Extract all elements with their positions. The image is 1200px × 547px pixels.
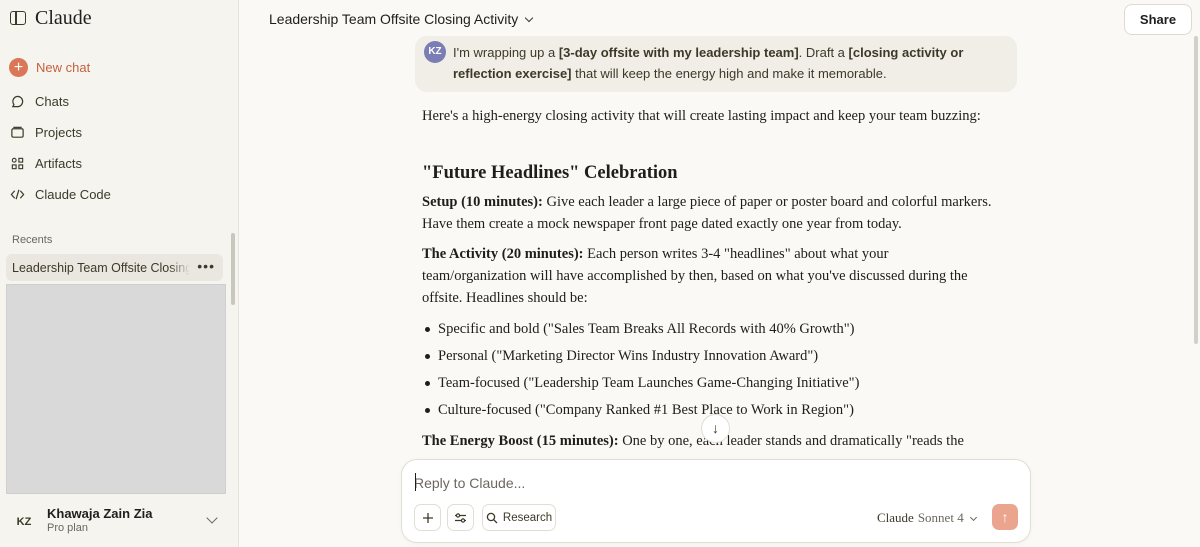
model-selector[interactable]: Claude Sonnet 4 <box>877 510 977 526</box>
recent-chat-item[interactable]: Leadership Team Offsite Closing Activity… <box>6 254 223 281</box>
list-item: Team-focused ("Leadership Team Launches … <box>438 375 860 391</box>
plus-icon <box>422 512 433 523</box>
code-icon <box>10 189 25 200</box>
bullet-icon <box>425 327 430 332</box>
user-plan: Pro plan <box>47 522 88 534</box>
user-message: KZ I'm wrapping up a [3-day offsite with… <box>415 36 1017 92</box>
sidebar-item-label: Projects <box>35 125 82 140</box>
msg-text: I'm wrapping up a <box>453 45 559 60</box>
response-activity: The Activity (20 minutes): Each person w… <box>422 243 992 309</box>
response-intro: Here's a high-energy closing activity th… <box>422 108 981 124</box>
list-item: Specific and bold ("Sales Team Breaks Al… <box>438 321 855 337</box>
msg-text: that will keep the energy high and make … <box>571 66 887 81</box>
sidebar: Claude + New chat Chats Projects Artifac… <box>0 0 239 547</box>
chat-bubble-icon <box>11 95 24 108</box>
sliders-icon <box>455 512 466 523</box>
sidebar-item-projects[interactable]: Projects <box>10 125 82 140</box>
model-name: Claude <box>877 510 914 525</box>
chevron-down-icon <box>525 13 534 22</box>
arrow-down-icon: ↓ <box>712 420 719 436</box>
user-menu[interactable]: KZ Khawaja Zain Zia Pro plan <box>0 500 239 547</box>
claude-logo[interactable]: Claude <box>35 7 92 30</box>
activity-label: The Activity (20 minutes): <box>422 246 584 262</box>
recent-chat-title: Leadership Team Offsite Closing Activity <box>12 260 190 275</box>
sidebar-item-artifacts[interactable]: Artifacts <box>10 156 82 171</box>
setup-label: Setup (10 minutes): <box>422 194 543 210</box>
new-chat-button[interactable]: + New chat <box>9 58 90 77</box>
sidebar-item-claude-code[interactable]: Claude Code <box>10 187 111 202</box>
user-message-text: I'm wrapping up a [3-day offsite with my… <box>453 42 1008 84</box>
research-label: Research <box>502 511 553 524</box>
tools-button[interactable] <box>447 504 474 531</box>
bullet-icon <box>425 381 430 386</box>
reply-input[interactable] <box>414 472 974 494</box>
model-version: Sonnet 4 <box>917 510 964 525</box>
more-options-icon[interactable]: ••• <box>197 258 215 274</box>
chat-title-dropdown[interactable]: Leadership Team Offsite Closing Activity <box>269 11 534 27</box>
new-chat-label: New chat <box>36 60 91 75</box>
sidebar-item-label: Artifacts <box>35 156 82 171</box>
bullet-icon <box>425 354 430 359</box>
add-attachment-button[interactable] <box>414 504 441 531</box>
send-button[interactable]: ↑ <box>992 504 1018 530</box>
bullet-icon <box>425 408 430 413</box>
avatar: KZ <box>424 41 446 63</box>
chevron-down-icon <box>969 513 977 521</box>
list-item: Personal ("Marketing Director Wins Indus… <box>438 348 819 364</box>
msg-bold-1: [3-day offsite with my leadership team] <box>558 45 799 60</box>
composer: Research Claude Sonnet 4 ↑ <box>401 459 1031 543</box>
response-setup: Setup (10 minutes): Give each leader a l… <box>422 191 992 235</box>
text-caret <box>415 473 416 491</box>
redacted-panel <box>6 284 226 494</box>
recents-heading: Recents <box>12 234 53 246</box>
grid-icon <box>11 157 24 170</box>
plus-icon: + <box>9 58 28 77</box>
main-scrollbar[interactable] <box>1194 36 1198 344</box>
avatar: KZ <box>16 516 32 528</box>
sidebar-scrollbar[interactable] <box>231 233 235 305</box>
arrow-up-icon: ↑ <box>1001 509 1009 525</box>
sidebar-item-chats[interactable]: Chats <box>10 94 69 109</box>
page-title: Leadership Team Offsite Closing Activity <box>269 11 519 27</box>
search-icon <box>486 512 498 523</box>
folder-icon <box>11 126 24 138</box>
user-name: Khawaja Zain Zia <box>47 506 153 521</box>
research-button[interactable]: Research <box>482 504 556 531</box>
share-button[interactable]: Share <box>1124 4 1192 35</box>
scroll-down-button[interactable]: ↓ <box>701 414 730 443</box>
response-heading: "Future Headlines" Celebration <box>422 163 678 183</box>
sidebar-item-label: Chats <box>35 94 69 109</box>
sidebar-toggle-icon[interactable] <box>10 11 26 25</box>
msg-text: . Draft a <box>798 45 849 60</box>
chevron-down-icon <box>206 512 218 524</box>
sidebar-item-label: Claude Code <box>35 187 111 202</box>
